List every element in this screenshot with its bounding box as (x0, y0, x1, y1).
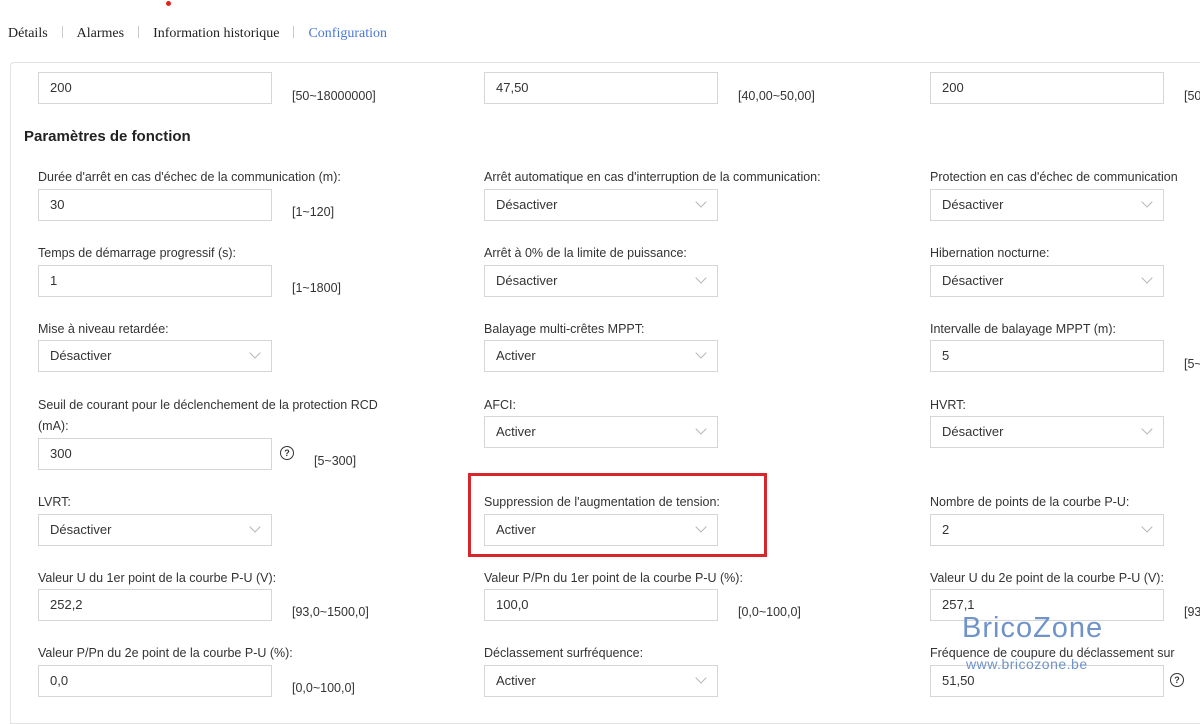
watermark-brand: BricoZone (962, 612, 1104, 644)
top-field-1-input[interactable]: 200 (38, 72, 272, 104)
comm-fail-delay-label: Durée d'arrêt en cas d'échec de la commu… (38, 170, 341, 184)
auto-stop-comm-label: Arrêt automatique en cas d'interruption … (484, 170, 821, 184)
afci-value: Activer (496, 424, 536, 439)
hvrt-select[interactable]: Désactiver (930, 416, 1164, 448)
rcd-threshold-input[interactable]: 300 (38, 438, 272, 470)
ppn-point2-label: Valeur P/Pn du 2e point de la courbe P-U… (38, 646, 293, 660)
delayed-upgrade-select[interactable]: Désactiver (38, 340, 272, 372)
tab-bar: Détails Alarmes Information historique Conf… (8, 26, 387, 42)
stop-zero-power-label: Arrêt à 0% de la limite de puissance: (484, 246, 687, 260)
u-point1-label: Valeur U du 1er point de la courbe P-U (… (38, 571, 277, 585)
soft-start-label: Temps de démarrage progressif (s): (38, 246, 236, 260)
night-hibernation-label: Hibernation nocturne: (930, 246, 1050, 260)
tab-separator (293, 26, 295, 38)
u-point2-range: [93 (1184, 605, 1200, 619)
chevron-down-icon (695, 347, 707, 359)
watermark-url: www.bricozone.be (966, 656, 1088, 672)
top-field-3-range: [50 (1184, 89, 1200, 103)
lvrt-label: LVRT: (38, 495, 71, 509)
pu-points-label: Nombre de points de la courbe P-U: (930, 495, 1130, 509)
soft-start-range: [1~1800] (292, 281, 342, 295)
pu-points-value: 2 (942, 522, 950, 537)
night-hibernation-value: Désactiver (942, 273, 1004, 288)
lvrt-value: Désactiver (50, 522, 112, 537)
mppt-interval-label: Intervalle de balayage MPPT (m): (930, 322, 1116, 336)
chevron-down-icon (1141, 423, 1153, 435)
top-field-3-input[interactable]: 200 (930, 72, 1164, 104)
tab-details[interactable]: Détails (8, 26, 48, 42)
mppt-interval-input[interactable]: 5 (930, 340, 1164, 372)
delayed-upgrade-label: Mise à niveau retardée: (38, 322, 169, 336)
tab-separator (61, 26, 63, 38)
chevron-down-icon (1141, 521, 1153, 533)
mppt-multi-peak-select[interactable]: Activer (484, 340, 718, 372)
stop-zero-power-value: Désactiver (496, 273, 558, 288)
ppn-point1-range: [0,0~100,0] (738, 605, 801, 619)
chevron-down-icon (695, 196, 707, 208)
help-icon[interactable]: ? (1170, 673, 1184, 687)
mppt-multi-peak-value: Activer (496, 348, 536, 363)
hvrt-label: HVRT: (930, 398, 966, 412)
overfreq-derating-label: Déclassement surfréquence: (484, 646, 644, 660)
comm-fail-protect-select[interactable]: Désactiver (930, 189, 1164, 221)
chevron-down-icon (249, 347, 261, 359)
chevron-down-icon (249, 521, 261, 533)
ppn-point2-range: [0,0~100,0] (292, 681, 355, 695)
rcd-threshold-range: [5~300] (314, 454, 357, 468)
section-title: Paramètres de fonction (24, 128, 191, 145)
comm-fail-delay-input[interactable]: 30 (38, 189, 272, 221)
u-point1-range: [93,0~1500,0] (292, 605, 369, 619)
top-field-2-input[interactable]: 47,50 (484, 72, 718, 104)
hvrt-value: Désactiver (942, 424, 1004, 439)
mppt-multi-peak-label: Balayage multi-crêtes MPPT: (484, 322, 645, 336)
overfreq-derating-value: Activer (496, 673, 536, 688)
help-icon[interactable]: ? (280, 446, 294, 460)
ppn-point2-input[interactable]: 0,0 (38, 665, 272, 697)
night-hibernation-select[interactable]: Désactiver (930, 265, 1164, 297)
u-point2-label: Valeur U du 2e point de la courbe P-U (V… (930, 571, 1164, 585)
soft-start-input[interactable]: 1 (38, 265, 272, 297)
top-field-1-range: [50~18000000] (292, 89, 376, 103)
ppn-point1-label: Valeur P/Pn du 1er point de la courbe P-… (484, 571, 743, 585)
auto-stop-comm-value: Désactiver (496, 197, 558, 212)
auto-stop-comm-select[interactable]: Désactiver (484, 189, 718, 221)
chevron-down-icon (1141, 272, 1153, 284)
comm-fail-protect-value: Désactiver (942, 197, 1004, 212)
comm-fail-delay-range: [1~120] (292, 205, 335, 219)
pu-points-select[interactable]: 2 (930, 514, 1164, 546)
comm-fail-protect-label: Protection en cas d'échec de communicati… (930, 170, 1178, 184)
rcd-threshold-label-unit: (mA): (38, 419, 69, 433)
mppt-interval-range: [5~ (1184, 357, 1200, 371)
chevron-down-icon (1141, 196, 1153, 208)
ppn-point1-input[interactable]: 100,0 (484, 589, 718, 621)
overfreq-derating-select[interactable]: Activer (484, 665, 718, 697)
lvrt-select[interactable]: Désactiver (38, 514, 272, 546)
u-point1-input[interactable]: 252,2 (38, 589, 272, 621)
red-dot-marker (166, 1, 171, 6)
afci-label: AFCI: (484, 398, 516, 412)
top-field-2-range: [40,00~50,00] (738, 89, 815, 103)
tab-configuration[interactable]: Configuration (308, 26, 387, 42)
chevron-down-icon (695, 423, 707, 435)
tab-history[interactable]: Information historique (153, 26, 279, 42)
rcd-threshold-label: Seuil de courant pour le déclenchement d… (38, 398, 378, 412)
highlight-box (468, 473, 767, 557)
chevron-down-icon (695, 672, 707, 684)
tab-alarms[interactable]: Alarmes (77, 26, 124, 42)
afci-select[interactable]: Activer (484, 416, 718, 448)
stop-zero-power-select[interactable]: Désactiver (484, 265, 718, 297)
tab-separator (138, 26, 140, 38)
chevron-down-icon (695, 272, 707, 284)
delayed-upgrade-value: Désactiver (50, 348, 112, 363)
